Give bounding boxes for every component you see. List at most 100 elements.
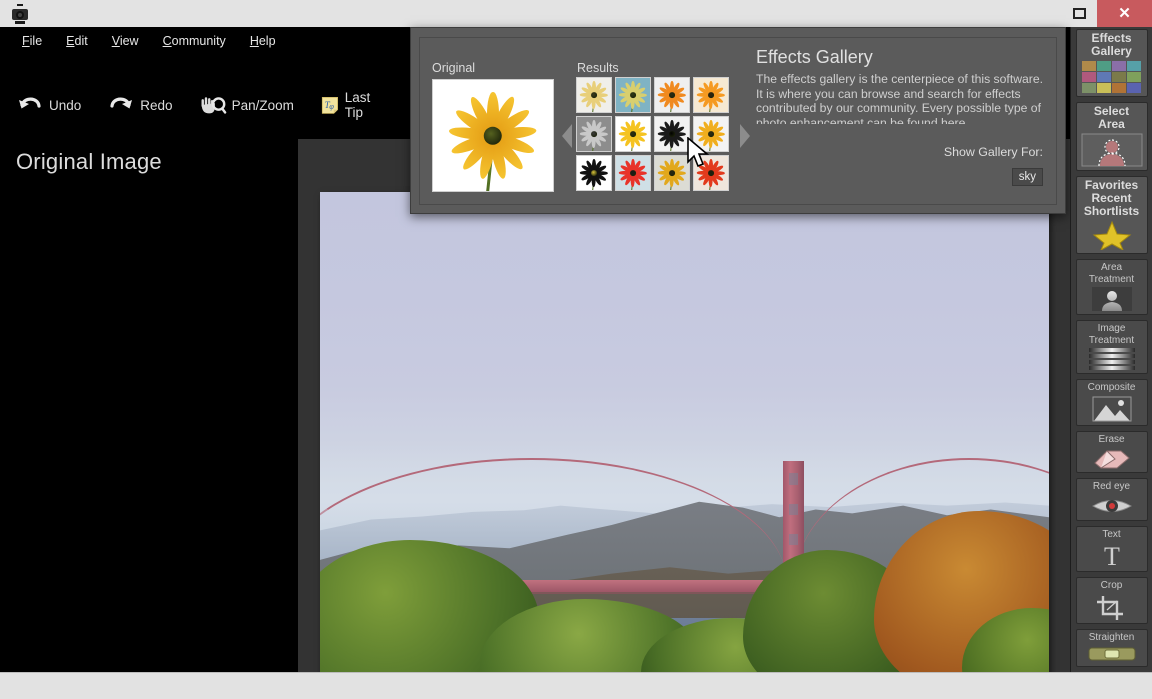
prev-arrow-icon[interactable] xyxy=(560,123,574,149)
title-bar: ✕ xyxy=(0,0,1152,29)
menu-label-file: ile xyxy=(29,34,43,48)
flower-core xyxy=(708,170,714,176)
next-arrow-icon[interactable] xyxy=(738,123,752,149)
results-thumbnail-grid[interactable] xyxy=(576,77,732,195)
tooltip-body: The effects gallery is the centerpiece o… xyxy=(756,72,1044,124)
result-thumbnail[interactable] xyxy=(576,155,612,191)
sidebar-item-label: Treatment xyxy=(1088,334,1135,346)
svg-text:T: T xyxy=(1104,542,1120,568)
window-controls: ✕ xyxy=(1062,0,1152,27)
sidebar-item-favorites[interactable]: Favorites Recent Shortlists xyxy=(1075,176,1148,254)
sidebar-item-label: Shortlists xyxy=(1083,204,1140,218)
color-swatch xyxy=(1126,83,1141,93)
redo-label: Redo xyxy=(140,97,173,113)
menu-accel-view: V xyxy=(111,34,120,48)
flower-graphic xyxy=(616,156,650,190)
close-button[interactable]: ✕ xyxy=(1097,0,1152,27)
menu-item-edit[interactable]: Edit xyxy=(66,34,88,48)
menu-label-help: elp xyxy=(258,34,276,48)
pan-zoom-label: Pan/Zoom xyxy=(231,97,294,113)
sidebar-item-select-area[interactable]: Select Area xyxy=(1075,102,1148,171)
person-selection-icon xyxy=(1081,133,1142,167)
sidebar-item-composite[interactable]: Composite xyxy=(1075,379,1148,426)
maximize-icon xyxy=(1073,8,1086,19)
result-thumbnail[interactable] xyxy=(615,77,651,113)
sidebar-item-label: Crop xyxy=(1100,580,1123,591)
menu-item-view[interactable]: View xyxy=(112,34,139,48)
menu-accel-help: H xyxy=(249,34,259,48)
sidebar-item-red-eye[interactable]: Red eye xyxy=(1075,478,1148,521)
last-tip-button[interactable]: T φ Last Tip xyxy=(320,90,379,120)
flower-graphic xyxy=(433,80,553,191)
flower-graphic xyxy=(694,156,728,190)
result-thumbnail[interactable] xyxy=(654,116,690,152)
sidebar-item-straighten[interactable]: Straighten xyxy=(1075,628,1148,667)
flower-graphic xyxy=(577,156,611,190)
undo-button[interactable]: Undo xyxy=(16,92,81,118)
sidebar-item-effects-gallery[interactable]: Effects Gallery xyxy=(1075,29,1148,97)
status-bar xyxy=(0,672,1152,699)
flower-core xyxy=(708,92,714,98)
result-thumbnail[interactable] xyxy=(654,77,690,113)
sidebar-item-text[interactable]: Text T xyxy=(1075,525,1148,572)
eraser-icon xyxy=(1093,450,1130,469)
camera-icon xyxy=(12,4,28,24)
result-thumbnail[interactable] xyxy=(615,116,651,152)
result-thumbnail[interactable] xyxy=(693,155,729,191)
color-swatch xyxy=(1126,61,1141,71)
color-swatch xyxy=(1096,72,1111,82)
page-title: Original Image xyxy=(16,149,162,174)
original-thumbnail[interactable] xyxy=(432,79,554,192)
sidebar-item-label: Gallery xyxy=(1091,44,1132,58)
result-thumbnail[interactable] xyxy=(693,77,729,113)
app-window: ✕ File Edit View Community Help Undo Red… xyxy=(0,0,1152,699)
menu-accel-edit: E xyxy=(66,34,75,48)
person-gradient-icon xyxy=(1091,287,1132,311)
menu-accel-community: C xyxy=(162,34,172,48)
results-label: Results xyxy=(577,61,619,75)
result-thumbnail[interactable] xyxy=(615,155,651,191)
sidebar-item-area-treatment[interactable]: Area Treatment xyxy=(1075,259,1148,315)
photo-canvas[interactable] xyxy=(320,192,1049,676)
menu-label-edit: dit xyxy=(74,34,88,48)
tool-sidebar[interactable]: Effects Gallery Select Area Favorites Recent S… xyxy=(1070,27,1152,699)
menu-item-file[interactable]: File xyxy=(22,34,42,48)
pan-zoom-button[interactable]: Pan/Zoom xyxy=(199,92,294,118)
undo-label: Undo xyxy=(49,97,82,113)
sidebar-item-label: Area xyxy=(1098,117,1125,131)
sidebar-item-label: Treatment xyxy=(1088,273,1135,285)
sidebar-item-label: Text xyxy=(1102,528,1121,540)
color-swatch xyxy=(1081,72,1096,82)
sidebar-item-erase[interactable]: Erase xyxy=(1075,430,1148,473)
menu-label-community: ommunity xyxy=(171,34,226,48)
menu-item-community[interactable]: Community xyxy=(163,34,226,48)
sidebar-item-label: Image xyxy=(1097,323,1126,334)
result-thumbnail[interactable] xyxy=(576,116,612,152)
result-thumbnail[interactable] xyxy=(654,155,690,191)
maximize-button[interactable] xyxy=(1062,0,1097,27)
flower-core xyxy=(669,170,675,176)
flower-graphic xyxy=(694,78,728,112)
sidebar-item-image-treatment[interactable]: Image Treatment xyxy=(1075,320,1148,374)
redo-button[interactable]: Redo xyxy=(107,92,173,118)
flower-core xyxy=(630,92,636,98)
menu-label-view: iew xyxy=(119,34,139,48)
undo-arrow-icon xyxy=(19,97,41,109)
result-thumbnail[interactable] xyxy=(693,116,729,152)
color-swatch xyxy=(1081,83,1096,93)
tip-note-icon: T φ xyxy=(321,96,338,114)
color-swatch xyxy=(1126,72,1141,82)
effects-gallery-tooltip: Original Results Effects Gallery The eff… xyxy=(410,27,1066,214)
flower-core xyxy=(591,92,597,98)
gallery-filter-tag[interactable]: sky xyxy=(1011,168,1043,186)
flower-core xyxy=(591,131,597,137)
original-label: Original xyxy=(432,61,476,75)
flower-core xyxy=(669,92,675,98)
result-thumbnail[interactable] xyxy=(576,77,612,113)
sidebar-item-crop[interactable]: Crop xyxy=(1075,577,1148,624)
menu-item-help[interactable]: Help xyxy=(250,34,276,48)
flower-graphic xyxy=(577,78,611,112)
toolbar: Undo Redo Pan/Zoom T φ Last Tip xyxy=(0,85,400,125)
hand-magnifier-icon xyxy=(201,97,226,114)
gradient-bars-icon xyxy=(1088,348,1135,370)
